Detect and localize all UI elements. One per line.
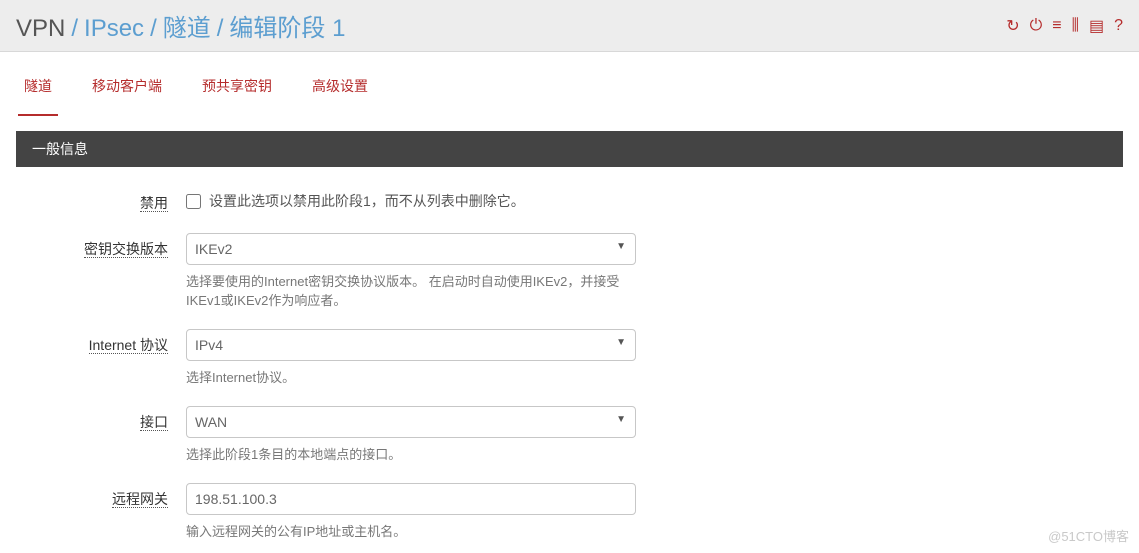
help-interface: 选择此阶段1条目的本地端点的接口。 (186, 444, 636, 463)
breadcrumb-vpn[interactable]: VPN (16, 15, 65, 43)
row-interface: 接口 WAN 选择此阶段1条目的本地端点的接口。 (16, 396, 1123, 473)
breadcrumb-sep: / (150, 15, 157, 43)
save-icon[interactable]: ▤ (1089, 16, 1104, 36)
form-general-info: 禁用 设置此选项以禁用此阶段1，而不从列表中删除它。 密钥交换版本 IKEv2 … (0, 167, 1139, 553)
label-internet-protocol: Internet 协议 (16, 329, 186, 355)
tab-mobile[interactable]: 移动客户端 (86, 76, 168, 116)
power-icon[interactable]: ⏻ (1030, 17, 1043, 35)
disable-text: 设置此选项以禁用此阶段1，而不从列表中删除它。 (209, 191, 525, 211)
tab-psk[interactable]: 预共享密钥 (196, 76, 278, 116)
row-disable: 禁用 设置此选项以禁用此阶段1，而不从列表中删除它。 (16, 177, 1123, 223)
help-internet-protocol: 选择Internet协议。 (186, 367, 636, 386)
row-internet-protocol: Internet 协议 IPv4 选择Internet协议。 (16, 319, 1123, 396)
tab-tunnels[interactable]: 隧道 (18, 76, 58, 116)
row-key-exchange: 密钥交换版本 IKEv2 选择要使用的Internet密钥交换协议版本。 在启动… (16, 223, 1123, 319)
tabs: 隧道 移动客户端 预共享密钥 高级设置 (0, 52, 1139, 117)
internet-protocol-select[interactable]: IPv4 (186, 329, 636, 361)
section-general-info: 一般信息 (16, 131, 1123, 167)
breadcrumb: VPN / IPsec / 隧道 / 编辑阶段 1 (16, 8, 345, 43)
breadcrumb-edit-phase1[interactable]: 编辑阶段 1 (229, 8, 345, 43)
help-icon[interactable]: ? (1114, 17, 1123, 35)
label-key-exchange: 密钥交换版本 (16, 233, 186, 259)
breadcrumb-tunnels[interactable]: 隧道 (163, 8, 211, 43)
help-key-exchange: 选择要使用的Internet密钥交换协议版本。 在启动时自动使用IKEv2，并接… (186, 271, 636, 309)
header-icons: ↻ ⏻ ≡ ⫼ ▤ ? (1006, 16, 1123, 36)
interface-select[interactable]: WAN (186, 406, 636, 438)
settings-icon[interactable]: ≡ (1052, 17, 1061, 35)
refresh-icon[interactable]: ↻ (1006, 16, 1019, 36)
row-remote-gateway: 远程网关 输入远程网关的公有IP地址或主机名。 (16, 473, 1123, 550)
breadcrumb-ipsec[interactable]: IPsec (84, 15, 144, 43)
label-interface: 接口 (16, 406, 186, 432)
label-disable: 禁用 (16, 187, 186, 213)
stats-icon[interactable]: ⫼ (1072, 17, 1079, 35)
disable-checkbox[interactable] (186, 194, 201, 209)
label-remote-gateway: 远程网关 (16, 483, 186, 509)
remote-gateway-input[interactable] (186, 483, 636, 515)
breadcrumb-sep: / (71, 15, 78, 43)
breadcrumb-sep: / (217, 15, 224, 43)
help-remote-gateway: 输入远程网关的公有IP地址或主机名。 (186, 521, 636, 540)
key-exchange-select[interactable]: IKEv2 (186, 233, 636, 265)
tab-advanced[interactable]: 高级设置 (306, 76, 374, 116)
header-bar: VPN / IPsec / 隧道 / 编辑阶段 1 ↻ ⏻ ≡ ⫼ ▤ ? (0, 0, 1139, 52)
